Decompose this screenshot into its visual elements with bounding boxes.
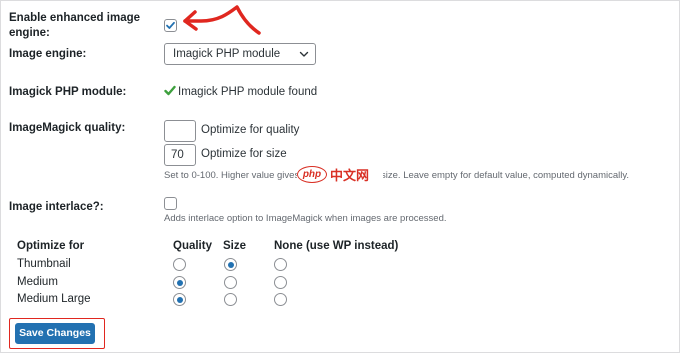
save-changes-button[interactable]: Save Changes xyxy=(15,323,95,344)
medium-large-size-radio[interactable] xyxy=(224,293,237,306)
medium-none-radio[interactable] xyxy=(274,276,287,289)
annotation-arrow-icon xyxy=(183,5,261,35)
imagemagick-quality-label: ImageMagick quality: xyxy=(9,122,126,134)
quality-description: Set to 0-100. Higher value gives b… …ut … xyxy=(164,170,630,181)
image-engine-label: Image engine: xyxy=(9,48,87,60)
thumbnail-size-radio[interactable] xyxy=(224,258,237,271)
checkmark-icon xyxy=(164,85,176,96)
quality-input[interactable] xyxy=(164,120,196,142)
imagick-module-label: Imagick PHP module: xyxy=(9,86,127,98)
settings-panel: Enable enhanced image engine: Image engi… xyxy=(0,0,680,353)
module-status-text: Imagick PHP module found xyxy=(178,86,318,98)
checkmark-icon xyxy=(166,21,175,29)
row-label-medium-large: Medium Large xyxy=(17,293,91,305)
image-interlace-label: Image interlace?: xyxy=(9,201,104,213)
column-header-size: Size xyxy=(223,240,247,252)
optimize-size-label: Optimize for size xyxy=(201,148,287,160)
size-input[interactable]: 70 xyxy=(164,144,196,166)
image-engine-select[interactable]: Imagick PHP module xyxy=(164,43,316,65)
row-label-medium: Medium xyxy=(17,276,58,288)
medium-size-radio[interactable] xyxy=(224,276,237,289)
watermark: php 中文网 xyxy=(297,164,383,184)
column-header-optimize-for: Optimize for xyxy=(17,240,85,252)
image-engine-value: Imagick PHP module xyxy=(173,48,281,60)
enable-engine-label: Enable enhanced image engine: xyxy=(9,12,141,39)
column-header-none: None (use WP instead) xyxy=(274,240,399,252)
column-header-quality: Quality xyxy=(173,240,212,252)
thumbnail-quality-radio[interactable] xyxy=(173,258,186,271)
optimize-quality-label: Optimize for quality xyxy=(201,124,300,136)
chevron-down-icon xyxy=(299,51,309,57)
module-status: Imagick PHP module found xyxy=(164,85,317,98)
watermark-badge: php xyxy=(297,165,327,183)
medium-quality-radio[interactable] xyxy=(173,276,186,289)
enable-engine-checkbox[interactable] xyxy=(164,19,177,32)
thumbnail-none-radio[interactable] xyxy=(274,258,287,271)
medium-large-quality-radio[interactable] xyxy=(173,293,186,306)
medium-large-none-radio[interactable] xyxy=(274,293,287,306)
interlace-description: Adds interlace option to ImageMagick whe… xyxy=(164,213,447,224)
interlace-checkbox[interactable] xyxy=(164,197,177,210)
watermark-text: 中文网 xyxy=(330,168,370,184)
row-label-thumbnail: Thumbnail xyxy=(17,258,71,270)
